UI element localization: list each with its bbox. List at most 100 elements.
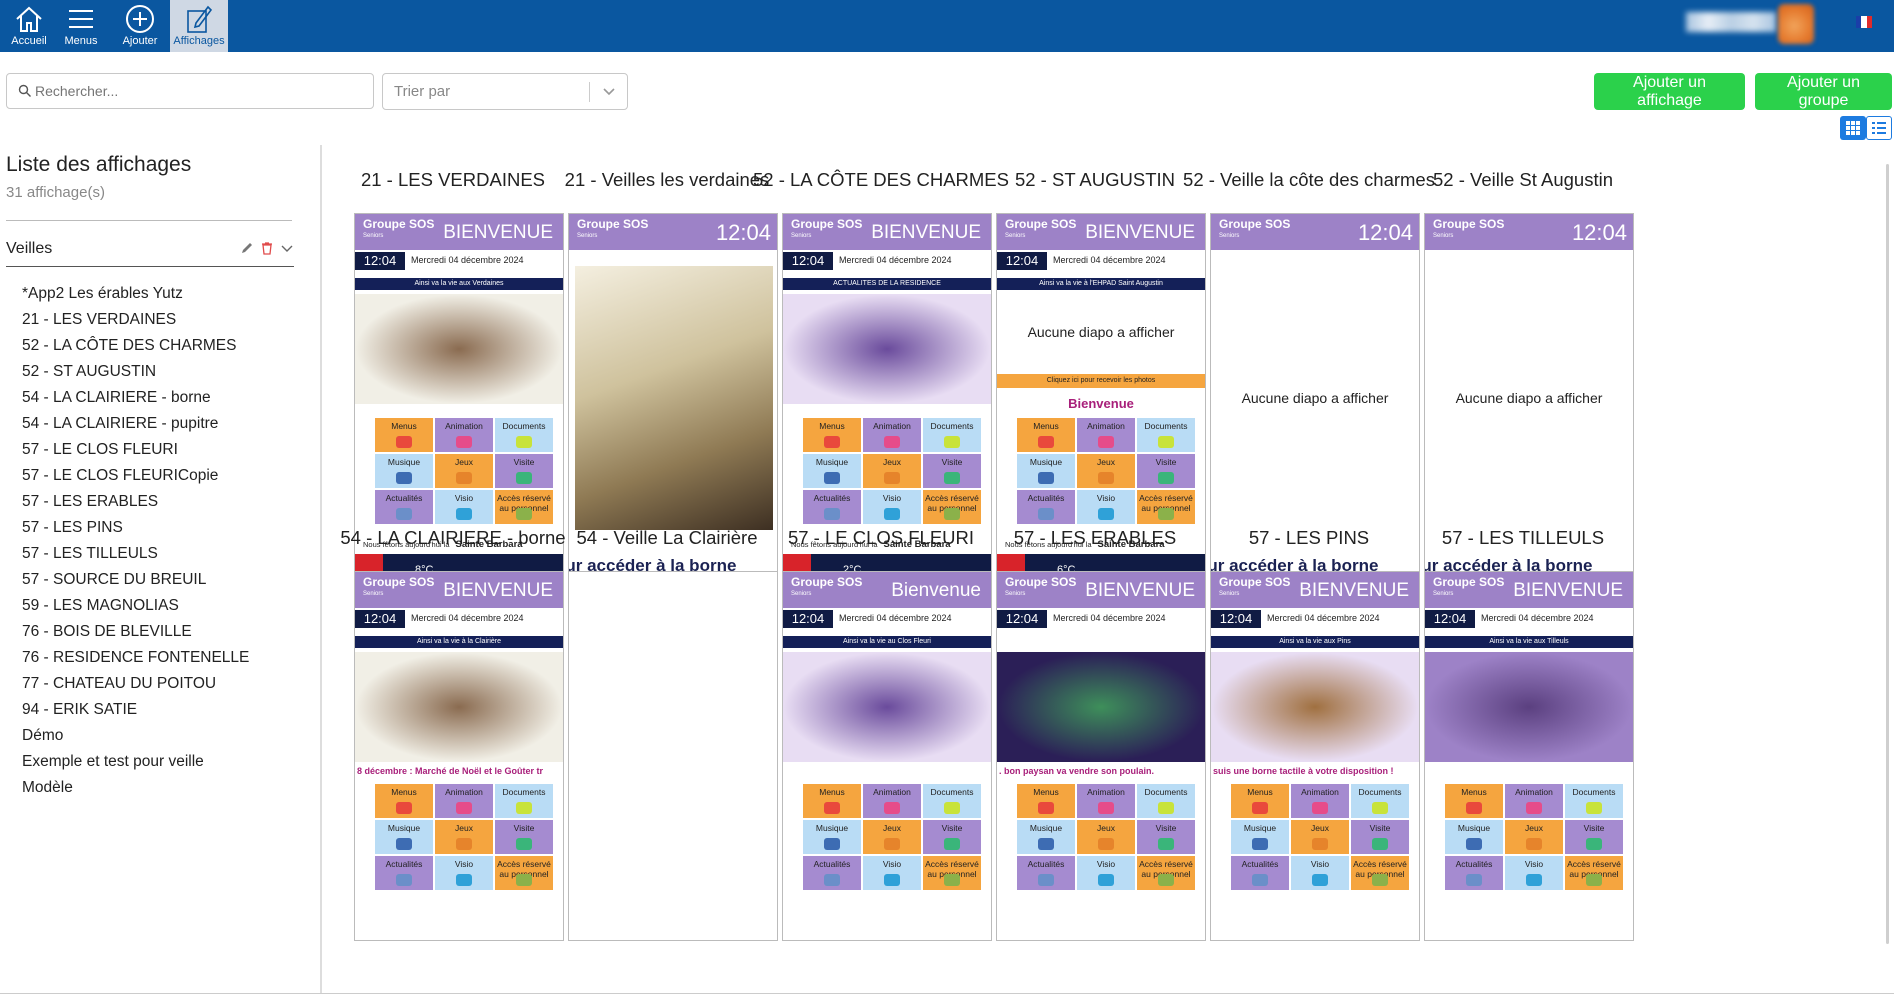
tile-icon — [944, 436, 960, 448]
brand-sub: Seniors — [1433, 233, 1454, 239]
display-preview[interactable]: Groupe SOS Seniors Bienvenue 12:04 Mercredi … — [782, 571, 992, 941]
tile-icon — [1372, 838, 1388, 850]
search-input[interactable] — [35, 83, 373, 99]
tile-4: Jeux — [1077, 454, 1135, 488]
tile-0: Menus — [1017, 784, 1075, 818]
list-item[interactable]: 54 - LA CLAIRIERE - pupitre — [22, 411, 249, 437]
list-item[interactable]: 52 - ST AUGUSTIN — [22, 359, 249, 385]
tile-5: Visite — [923, 454, 981, 488]
tile-icon — [824, 508, 840, 520]
display-preview[interactable]: Groupe SOS Seniors BIENVENUE 12:04 Mercredi … — [996, 571, 1206, 941]
tile-icon — [1038, 436, 1054, 448]
tile-7: Visio — [435, 856, 493, 890]
caption-band: Ainsi va la vie aux Tilleuls — [1425, 636, 1633, 648]
tile-icon — [884, 802, 900, 814]
nav-affichages[interactable]: Affichages — [170, 0, 228, 52]
list-view-toggle[interactable] — [1866, 116, 1892, 140]
list-item[interactable]: 76 - RESIDENCE FONTENELLE — [22, 645, 249, 671]
display-preview[interactable] — [568, 571, 778, 941]
pencil-icon[interactable] — [240, 241, 254, 255]
displays-sidebar: Liste des affichages 31 affichage(s) Vei… — [0, 145, 322, 994]
date-row: 12:04 Mercredi 04 décembre 2024 — [355, 252, 563, 270]
list-item[interactable]: Démo — [22, 723, 249, 749]
welcome-text: BIENVENUE — [871, 222, 981, 243]
tile-0: Menus — [375, 784, 433, 818]
tile-icon — [1586, 874, 1602, 886]
welcome-text: BIENVENUE — [1085, 222, 1195, 243]
list-item[interactable]: 54 - LA CLAIRIERE - borne — [22, 385, 249, 411]
tile-icon — [516, 436, 532, 448]
list-item[interactable]: 57 - LE CLOS FLEURI — [22, 437, 249, 463]
screen-header: Groupe SOS Seniors 12:04 — [1425, 214, 1633, 250]
divider — [6, 220, 292, 221]
tile-8: Accès réservé au personnel — [1137, 856, 1195, 890]
display-preview[interactable]: Groupe SOS Seniors BIENVENUE 12:04 Mercredi … — [1210, 571, 1420, 941]
tile-icon — [1312, 838, 1328, 850]
display-count: 31 affichage(s) — [6, 184, 105, 201]
add-group-button[interactable]: Ajouter un groupe — [1755, 73, 1892, 110]
nav-menus-label: Menus — [64, 35, 98, 47]
add-display-button[interactable]: Ajouter un affichage — [1594, 73, 1745, 110]
tile-icon — [1158, 436, 1174, 448]
scrollbar-thumb[interactable] — [1886, 164, 1889, 944]
list-item[interactable]: 57 - LES TILLEULS — [22, 541, 249, 567]
nav-accueil[interactable]: Accueil — [0, 0, 58, 52]
clock: 12:04 — [783, 252, 833, 270]
home-icon — [16, 6, 42, 32]
tile-icon — [1038, 472, 1054, 484]
tile-4: Jeux — [1505, 820, 1563, 854]
date-row: 12:04 Mercredi 04 décembre 2024 — [1211, 610, 1419, 628]
card-title[interactable]: 52 - Veille St Augustin — [1378, 169, 1668, 191]
avatar[interactable] — [1778, 4, 1814, 44]
list-item[interactable]: 76 - BOIS DE BLEVILLE — [22, 619, 249, 645]
tile-icon — [884, 436, 900, 448]
tile-icon — [824, 874, 840, 886]
tile-grid: Menus Animation Documents Musique Jeux Visite… — [375, 784, 553, 890]
list-icon — [1872, 122, 1886, 134]
group-veilles[interactable]: Veilles — [6, 237, 294, 267]
nav-menus[interactable]: Menus — [52, 0, 110, 52]
search-box[interactable] — [6, 73, 374, 109]
tile-2: Documents — [1137, 418, 1195, 452]
list-item[interactable]: 57 - LES ERABLES — [22, 489, 249, 515]
tile-2: Documents — [495, 784, 553, 818]
grid-view-toggle[interactable] — [1840, 116, 1866, 140]
tile-0: Menus — [803, 418, 861, 452]
display-preview[interactable]: Groupe SOS Seniors BIENVENUE 12:04 Mercredi … — [354, 571, 564, 941]
tile-5: Visite — [923, 820, 981, 854]
card-title[interactable]: 57 - LES TILLEULS — [1378, 527, 1668, 549]
brand-logo: Groupe SOS Seniors — [1005, 218, 1076, 242]
tile-1: Animation — [863, 784, 921, 818]
language-flag-icon[interactable] — [1856, 16, 1872, 28]
chevron-down-icon[interactable] — [280, 241, 294, 255]
list-item[interactable]: 21 - LES VERDAINES — [22, 307, 249, 333]
list-item[interactable]: 94 - ERIK SATIE — [22, 697, 249, 723]
list-item[interactable]: 57 - LES PINS — [22, 515, 249, 541]
tile-icon — [1466, 838, 1482, 850]
display-preview[interactable]: Groupe SOS Seniors BIENVENUE 12:04 Mercredi … — [1424, 571, 1634, 941]
list-item[interactable]: 52 - LA CÔTE DES CHARMES — [22, 333, 249, 359]
user-name-blurred[interactable] — [1686, 12, 1776, 32]
list-item[interactable]: Modèle — [22, 775, 249, 801]
list-item[interactable]: Exemple et test pour veille — [22, 749, 249, 775]
scrollbar[interactable] — [1884, 164, 1892, 950]
tile-3: Musique — [1017, 820, 1075, 854]
tile-icon — [1372, 802, 1388, 814]
list-item[interactable]: 57 - LE CLOS FLEURICopie — [22, 463, 249, 489]
trash-icon[interactable] — [260, 241, 274, 255]
list-item[interactable]: 77 - CHATEAU DU POITOU — [22, 671, 249, 697]
tile-icon — [1158, 838, 1174, 850]
screen-header: Groupe SOS Seniors BIENVENUE — [1211, 572, 1419, 608]
sort-select[interactable]: Trier par — [382, 73, 628, 110]
tile-8: Accès réservé au personnel — [923, 856, 981, 890]
list-item[interactable]: 59 - LES MAGNOLIAS — [22, 593, 249, 619]
list-item[interactable]: *App2 Les érables Yutz — [22, 281, 249, 307]
photos-link[interactable]: Cliquez ici pour recevoir les photos — [997, 374, 1205, 388]
tile-icon — [1466, 874, 1482, 886]
tile-icon — [1098, 802, 1114, 814]
tile-6: Actualités — [1445, 856, 1503, 890]
list-item[interactable]: 57 - SOURCE DU BREUIL — [22, 567, 249, 593]
date-text: Mercredi 04 décembre 2024 — [411, 613, 524, 623]
tile-2: Documents — [495, 418, 553, 452]
nav-ajouter[interactable]: Ajouter — [111, 0, 169, 52]
